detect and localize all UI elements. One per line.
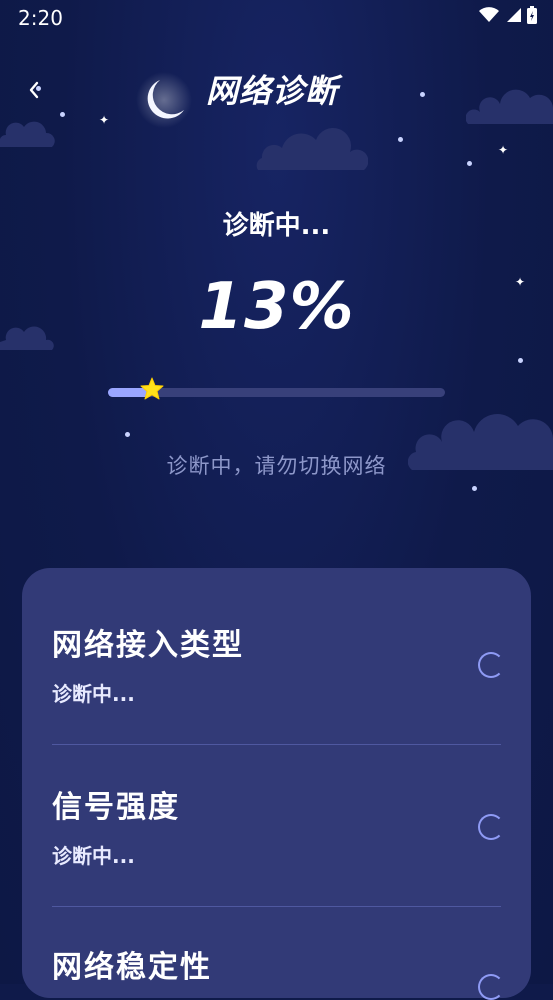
chevron-left-icon	[29, 81, 39, 99]
star-icon	[140, 377, 164, 400]
cloud-icon	[0, 121, 55, 147]
item-name: 网络接入类型	[52, 628, 244, 663]
moon-icon	[136, 72, 192, 128]
battery-icon	[527, 6, 537, 24]
divider	[52, 906, 501, 907]
list-item-network-stability: 网络稳定性	[52, 942, 502, 986]
divider	[52, 744, 501, 745]
item-state: 诊断中...	[52, 844, 135, 868]
cloud-icon	[256, 128, 368, 170]
cloud-icon	[466, 89, 553, 124]
sparkle-icon: ✦	[99, 113, 110, 127]
wifi-icon	[479, 7, 499, 22]
page-title: 网络诊断	[206, 72, 339, 110]
spinner-icon	[478, 974, 504, 1000]
back-button[interactable]	[22, 76, 46, 104]
diagnosis-status: 诊断中...	[222, 211, 331, 241]
item-name: 信号强度	[52, 790, 180, 825]
list-item-access-type: 网络接入类型 诊断中...	[52, 620, 502, 707]
status-time: 2:20	[18, 6, 63, 30]
system-icons	[479, 6, 537, 24]
diagnosis-hint: 诊断中，请勿切换网络	[166, 454, 387, 478]
item-name: 网络稳定性	[52, 950, 212, 985]
spinner-icon	[478, 814, 504, 840]
progress-percent: 13%	[198, 270, 355, 344]
progress-bar	[108, 377, 445, 400]
diagnosis-card: 网络接入类型 诊断中... 信号强度 诊断中... 网络稳定性	[22, 568, 531, 1000]
status-bar: 2:20	[0, 0, 553, 34]
list-item-signal-strength: 信号强度 诊断中...	[52, 782, 502, 869]
item-state: 诊断中...	[52, 682, 135, 706]
spinner-icon	[478, 652, 504, 678]
sparkle-icon: ✦	[498, 143, 509, 157]
signal-icon	[507, 8, 521, 22]
